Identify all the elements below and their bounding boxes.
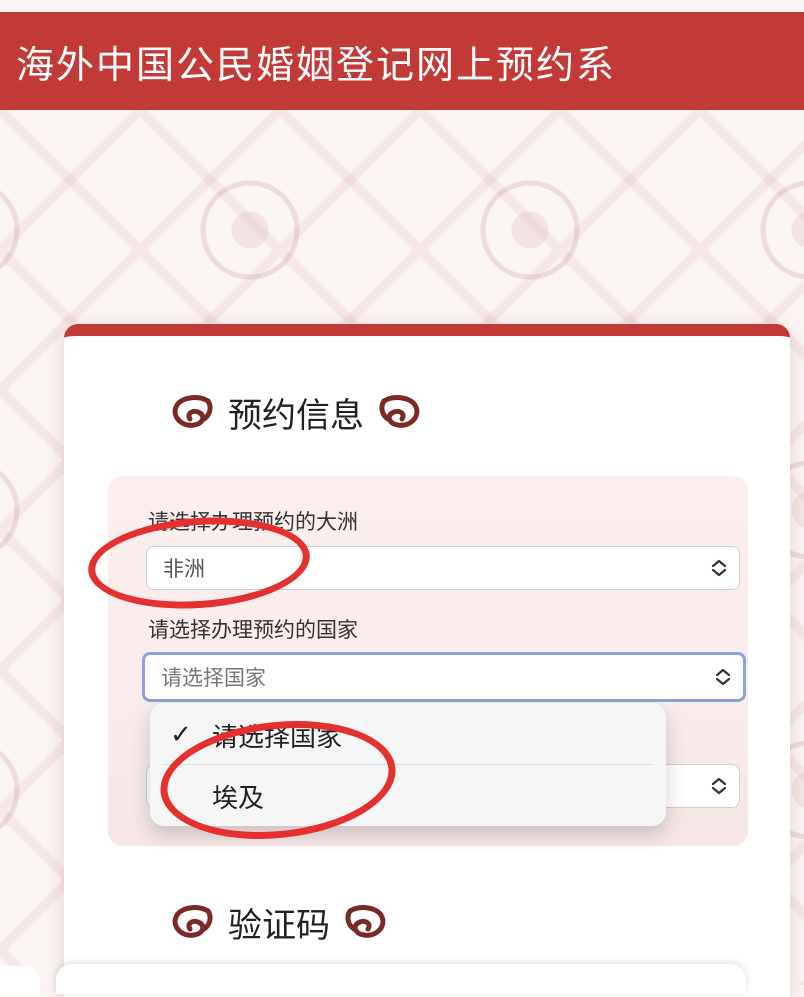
dropdown-option-please-select[interactable]: ✓ 请选择国家 (150, 705, 666, 765)
select-arrows-icon (699, 558, 739, 578)
section-title-text: 预约信息 (228, 396, 364, 436)
continent-select[interactable]: 非洲 (146, 546, 740, 590)
continent-label: 请选择办理预约的大洲 (148, 510, 358, 534)
section-title-text: 验证码 (228, 906, 330, 946)
dropdown-option-egypt[interactable]: 埃及 (150, 766, 666, 826)
dropdown-option-label: 请选择国家 (212, 722, 343, 753)
select-arrows-icon (699, 776, 739, 796)
select-arrows-icon (703, 667, 743, 687)
dropdown-divider (164, 764, 652, 765)
dropdown-option-label: 埃及 (212, 783, 265, 814)
cloud-ornament-right-icon (345, 904, 386, 938)
bottom-panel-edge (0, 966, 40, 996)
page-title: 海外中国公民婚姻登记网上预约系 (16, 42, 617, 87)
bottom-panel (56, 964, 746, 994)
cloud-ornament-left-icon (172, 904, 213, 938)
checkmark-icon: ✓ (170, 720, 192, 750)
country-label: 请选择办理预约的国家 (148, 618, 358, 642)
country-select[interactable]: 请选择国家 (142, 652, 746, 702)
reservation-card: 预约信息 请选择办理预约的大洲 非洲 请选择办理预约的国家 请选择国家 验证码 (64, 324, 790, 997)
country-select-value: 请选择国家 (161, 666, 266, 690)
continent-select-value: 非洲 (163, 557, 205, 581)
cloud-ornament-left-icon (172, 394, 213, 428)
section-title-captcha: 验证码 (168, 898, 390, 947)
section-title-reservation-info: 预约信息 (168, 388, 424, 437)
cloud-ornament-right-icon (379, 394, 420, 428)
country-dropdown-menu: ✓ 请选择国家 埃及 (150, 703, 666, 826)
app-header: 海外中国公民婚姻登记网上预约系 (0, 12, 804, 110)
